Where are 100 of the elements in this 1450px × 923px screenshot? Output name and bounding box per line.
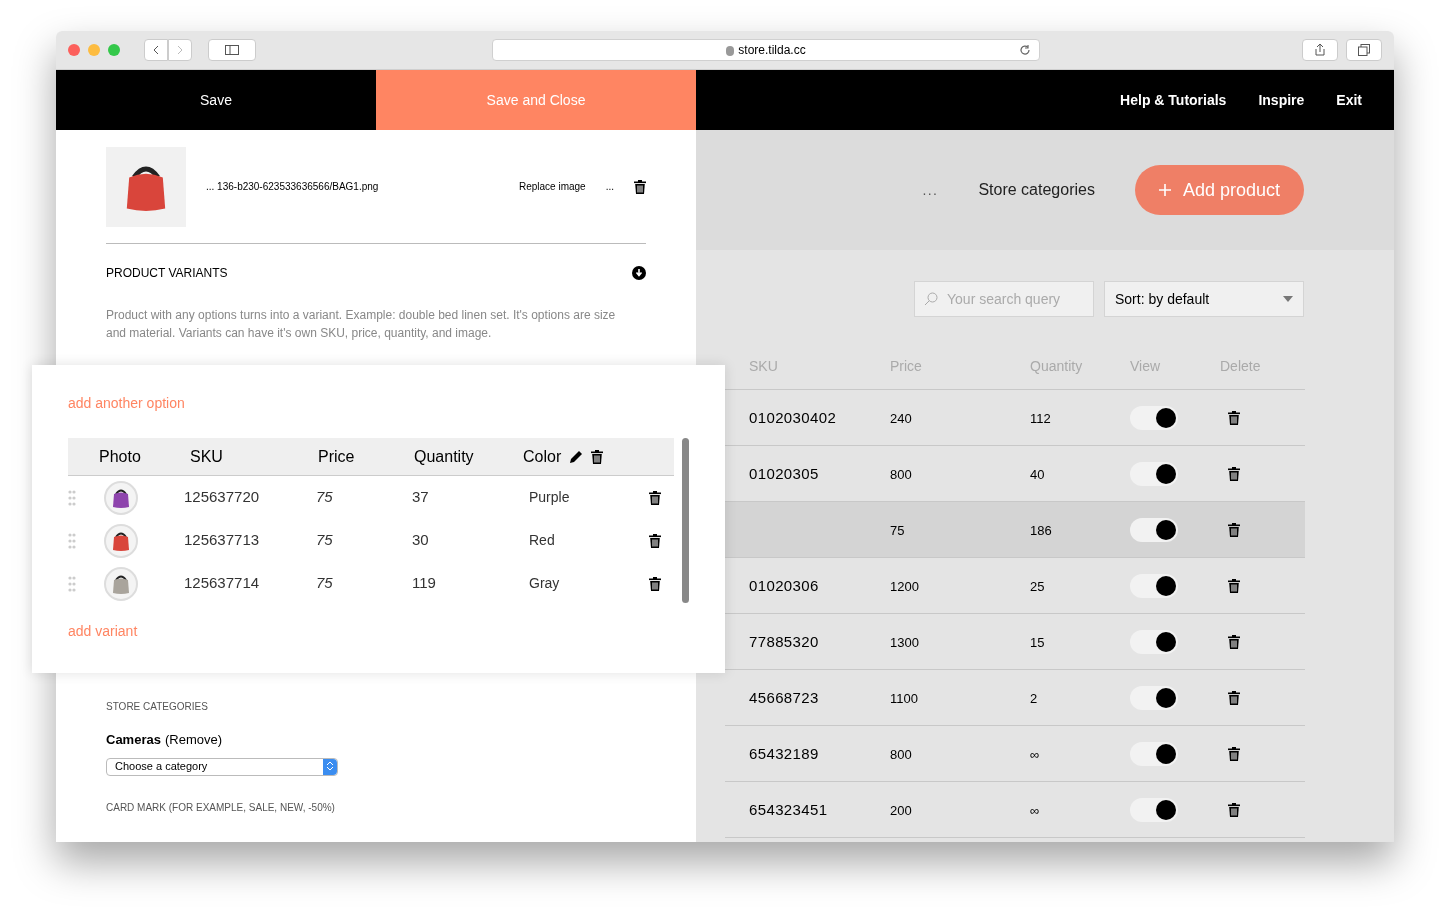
- color-text: Purple: [529, 489, 570, 506]
- price-text: 800: [890, 746, 912, 762]
- view-toggle[interactable]: [1130, 797, 1178, 822]
- column-header: Quantity: [414, 446, 475, 467]
- price-text: 75: [316, 531, 333, 549]
- column-header: View: [1130, 357, 1162, 376]
- sort-select[interactable]: Sort: by default: [1104, 281, 1304, 317]
- sku-text: 0102030402: [749, 408, 837, 426]
- column-header: Price: [890, 357, 923, 376]
- sku-text: 125637714: [184, 574, 260, 592]
- price-text: 200: [890, 802, 912, 818]
- store-categories-link[interactable]: Store categories: [978, 178, 1095, 202]
- variant-photo[interactable]: [104, 566, 138, 601]
- header-link[interactable]: Inspire: [1258, 89, 1305, 111]
- quantity-text: 119: [412, 574, 436, 592]
- sidebar-button[interactable]: [208, 39, 256, 61]
- dropdown-arrow-icon: [1283, 296, 1293, 302]
- sku-text: 654323451: [749, 800, 828, 818]
- forward-chevron-icon: [177, 45, 183, 55]
- url-text: store.tilda.cc: [738, 43, 806, 57]
- column-header: Delete: [1220, 357, 1262, 376]
- column-header: Color: [523, 446, 562, 467]
- product-row[interactable]: 75 186: [725, 502, 1305, 558]
- remove-link[interactable]: (Remove): [164, 730, 222, 750]
- scrollbar[interactable]: [682, 438, 689, 603]
- section-title: STORE CATEGORIES: [106, 700, 209, 714]
- quantity-text: 25: [1030, 578, 1045, 594]
- price-text: 240: [890, 410, 912, 426]
- search-field[interactable]: Your search query: [914, 281, 1094, 317]
- price-text: 75: [890, 522, 905, 538]
- card-mark-label: CARD MARK (FOR EXAMPLE, SALE, NEW, -50%): [106, 800, 336, 815]
- chevron-icon: [323, 758, 337, 775]
- column-header: SKU: [190, 446, 224, 467]
- trash-icon[interactable]: [1228, 578, 1240, 593]
- quantity-text: ∞: [1030, 746, 1040, 762]
- sku-text: 125637713: [184, 531, 260, 549]
- sku-text: 125637720: [184, 488, 260, 506]
- lock-icon: [726, 45, 735, 56]
- price-text: 800: [890, 466, 912, 482]
- header-link[interactable]: Exit: [1336, 89, 1362, 111]
- reload-icon[interactable]: [1019, 44, 1031, 56]
- column-header: Photo: [98, 446, 142, 467]
- variant-photo[interactable]: [104, 523, 138, 558]
- price-text: 1100: [890, 690, 918, 706]
- column-header: Quantity: [1030, 357, 1084, 376]
- sidebar-icon: [225, 45, 239, 55]
- tabs-icon: [1358, 44, 1370, 56]
- trash-icon[interactable]: [591, 449, 604, 464]
- trash-icon[interactable]: [649, 533, 661, 548]
- quantity-text: 15: [1030, 634, 1045, 650]
- image-filename: ... 136-b230-623533636566/BAG1.png: [206, 180, 379, 194]
- trash-icon[interactable]: [1228, 746, 1240, 761]
- address-bar[interactable]: store.tilda.cc: [492, 39, 1040, 61]
- view-toggle[interactable]: [1130, 461, 1178, 486]
- trash-icon[interactable]: [1228, 802, 1240, 817]
- tabs-button[interactable]: [1346, 39, 1382, 61]
- quantity-text: 112: [1030, 410, 1051, 426]
- search-icon: [924, 292, 938, 306]
- quantity-text: 37: [412, 488, 429, 506]
- quantity-text: 186: [1030, 522, 1052, 538]
- column-header: Price: [318, 446, 356, 467]
- trash-icon[interactable]: [1228, 690, 1240, 705]
- back-chevron-icon: [153, 45, 159, 55]
- price-text: 1300: [890, 634, 919, 650]
- trash-icon[interactable]: [649, 576, 661, 591]
- category-select[interactable]: Choose a category: [106, 757, 338, 776]
- view-toggle[interactable]: [1130, 405, 1178, 430]
- view-toggle[interactable]: [1130, 573, 1178, 598]
- column-header: SKU: [748, 357, 779, 376]
- more-menu[interactable]: ...: [605, 179, 614, 194]
- view-toggle[interactable]: [1130, 629, 1178, 654]
- view-toggle[interactable]: [1130, 685, 1178, 710]
- quantity-text: 30: [412, 531, 429, 549]
- plus-icon: [1158, 184, 1171, 196]
- quantity-text: ∞: [1030, 802, 1040, 818]
- sku-text: 01020305: [749, 464, 819, 482]
- header-link[interactable]: Help & Tutorials: [1120, 89, 1227, 111]
- pencil-icon[interactable]: [569, 449, 584, 464]
- replace-image-link[interactable]: Replace image: [518, 179, 586, 194]
- price-text: 1200: [890, 578, 919, 594]
- trash-icon[interactable]: [1228, 634, 1240, 649]
- trash-icon[interactable]: [1228, 466, 1240, 481]
- quantity-text: 40: [1030, 466, 1045, 482]
- view-toggle[interactable]: [1130, 517, 1178, 542]
- trash-icon[interactable]: [1228, 410, 1240, 425]
- share-icon: [1315, 44, 1325, 56]
- color-text: Red: [529, 532, 555, 549]
- trash-icon[interactable]: [649, 490, 661, 505]
- trash-icon[interactable]: [1228, 522, 1240, 537]
- sku-text: 65432189: [749, 744, 819, 762]
- sku-text: 45668723: [749, 688, 819, 706]
- description-text: Product with any options turns into a variant. Example: double bed linen set. It's options are size and material. Variants can have it's own SKU, price, quantity, and image.: [106, 307, 617, 342]
- view-toggle[interactable]: [1130, 741, 1178, 766]
- variant-photo[interactable]: [104, 480, 138, 515]
- sku-text: 77885320: [749, 632, 819, 650]
- down-arrow-icon[interactable]: [632, 266, 646, 280]
- section-title: PRODUCT VARIANTS: [106, 265, 228, 282]
- trash-icon[interactable]: [634, 179, 646, 194]
- more-menu[interactable]: ...: [922, 179, 939, 201]
- price-text: 75: [316, 488, 333, 506]
